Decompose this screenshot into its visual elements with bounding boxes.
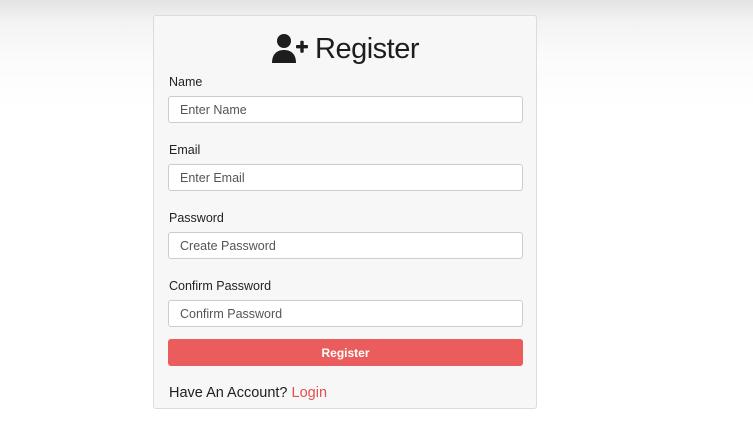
register-button[interactable]: Register (168, 339, 523, 366)
password-label: Password (169, 211, 224, 225)
confirm-password-group: Confirm Password (168, 278, 523, 327)
name-label: Name (169, 75, 203, 89)
login-prompt: Have An Account? Login (169, 384, 522, 402)
password-group: Password (168, 210, 523, 259)
register-card: Register Name Email Password Confirm Pas… (153, 15, 537, 409)
name-group: Name (168, 74, 523, 123)
login-prompt-text: Have An Account? (169, 385, 288, 401)
login-link[interactable]: Login (292, 385, 327, 401)
confirm-password-input[interactable] (168, 300, 523, 327)
email-label: Email (169, 143, 201, 157)
password-input[interactable] (168, 232, 523, 259)
email-group: Email (168, 142, 523, 191)
user-plus-icon (271, 33, 309, 65)
name-input[interactable] (168, 96, 523, 123)
register-header: Register (168, 31, 522, 67)
page-title: Register (315, 33, 420, 65)
confirm-password-label: Confirm Password (169, 279, 272, 293)
email-input[interactable] (168, 164, 523, 191)
